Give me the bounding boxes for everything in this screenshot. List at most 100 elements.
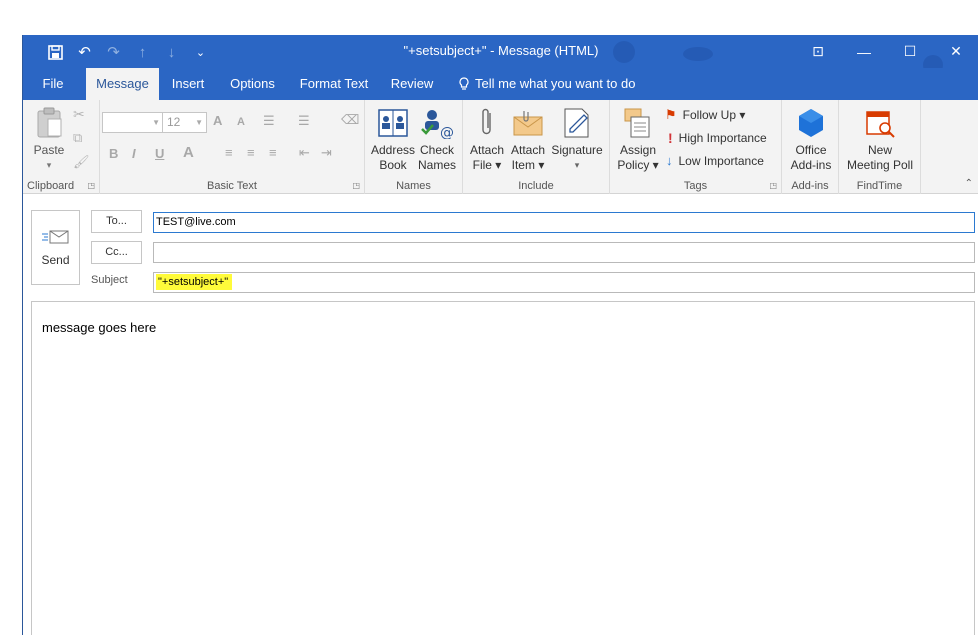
title-bar: ↶ ↷ ↑ ↓ ⌄ "+setsubject+" - Message (HTML…: [23, 35, 978, 75]
collapse-ribbon-icon[interactable]: ⌃: [965, 178, 973, 189]
addins-group-label: Add-ins: [791, 180, 829, 192]
chevron-down-icon: ▼: [195, 118, 203, 127]
clear-formatting-icon[interactable]: ⌫: [341, 112, 359, 128]
findtime-group-label: FindTime: [856, 180, 903, 192]
format-painter-icon[interactable]: 🖌: [73, 154, 90, 170]
tab-insert[interactable]: Insert: [168, 68, 208, 100]
shrink-font-button[interactable]: A: [237, 116, 245, 128]
bullets-icon[interactable]: ☰: [263, 113, 275, 129]
include-group-label: Include: [518, 180, 554, 192]
signature-button[interactable]: Signature ▾: [549, 106, 605, 173]
font-size-combo[interactable]: 12 ▼: [162, 112, 207, 133]
italic-button[interactable]: I: [132, 146, 136, 161]
customize-qat-icon[interactable]: ⌄: [186, 41, 215, 63]
align-center-icon[interactable]: ≡: [247, 145, 255, 160]
address-book-icon: [376, 106, 410, 140]
address-book-button[interactable]: Address Book: [370, 106, 416, 173]
quick-access-toolbar: ↶ ↷ ↑ ↓ ⌄: [41, 41, 215, 63]
tab-file[interactable]: File: [33, 68, 73, 100]
down-arrow-icon[interactable]: ↓: [157, 41, 186, 63]
basic-text-group: ▼ 12 ▼ A A ☰ ☰ ⌫ B I U A ≡ ≡ ≡ ⇤ ⇥ Basic…: [100, 100, 365, 194]
signature-dropdown-icon[interactable]: ▾: [575, 158, 580, 173]
maximize-icon[interactable]: ☐: [887, 35, 933, 68]
ribbon-display-options-icon[interactable]: ⊡: [795, 35, 841, 68]
underline-button[interactable]: U: [155, 146, 164, 161]
signature-icon: [560, 106, 594, 140]
send-button[interactable]: Send: [31, 210, 80, 285]
office-addins-icon: [794, 106, 828, 140]
to-button[interactable]: To...: [91, 210, 142, 233]
attach-item-label-l1: Attach: [510, 143, 546, 157]
findtime-group: New Meeting Poll FindTime: [839, 100, 921, 194]
window-controls: ⊡ — ☐ ✕: [795, 35, 978, 68]
minimize-icon[interactable]: —: [841, 35, 887, 68]
increase-indent-icon[interactable]: ⇥: [321, 145, 332, 161]
up-arrow-icon[interactable]: ↑: [128, 41, 157, 63]
tell-me-label: Tell me what you want to do: [475, 76, 636, 91]
message-body[interactable]: message goes here: [31, 301, 975, 635]
send-label: Send: [41, 252, 70, 267]
ribbon: Paste ▾ ✂ ⧉ 🖌 Clipboard ◳ ▼ 12 ▼ A A ☰ ☰…: [23, 100, 978, 194]
attach-file-label-l1: Attach: [469, 143, 505, 157]
close-icon[interactable]: ✕: [933, 35, 978, 68]
new-meeting-poll-button[interactable]: New Meeting Poll: [844, 106, 916, 173]
decrease-indent-icon[interactable]: ⇤: [299, 145, 310, 161]
attach-file-button[interactable]: Attach File ▾: [468, 106, 506, 173]
down-arrow-icon: ↓: [666, 153, 673, 168]
copy-icon[interactable]: ⧉: [73, 130, 82, 146]
basic-text-launcher-icon[interactable]: ◳: [352, 181, 360, 190]
tab-format-text[interactable]: Format Text: [297, 68, 371, 100]
lightbulb-icon: [459, 77, 469, 90]
align-right-icon[interactable]: ≡: [269, 145, 277, 160]
subject-field-value: "+setsubject+": [156, 274, 233, 290]
background-decoration-icon: [683, 47, 713, 61]
numbering-icon[interactable]: ☰: [298, 113, 310, 129]
attach-item-button[interactable]: Attach Item ▾: [509, 106, 547, 173]
assign-policy-icon: [621, 106, 655, 140]
grow-font-button[interactable]: A: [213, 113, 222, 128]
paste-button[interactable]: Paste ▾: [31, 106, 67, 173]
assign-policy-button[interactable]: Assign Policy ▾: [615, 106, 661, 173]
addins-group: Office Add-ins Add-ins: [782, 100, 839, 194]
undo-icon[interactable]: ↶: [70, 41, 99, 63]
high-importance-button[interactable]: ! High Importance: [668, 130, 767, 146]
attach-item-label-l2: Item ▾: [511, 158, 545, 172]
assign-policy-label-l2: Policy ▾: [617, 158, 659, 172]
message-body-text: message goes here: [42, 320, 157, 335]
follow-up-button[interactable]: ⚑ Follow Up ▾: [665, 107, 745, 123]
tab-message[interactable]: Message: [86, 68, 159, 100]
font-name-combo[interactable]: ▼: [102, 112, 164, 133]
check-names-button[interactable]: @ Check Names: [415, 106, 459, 173]
tab-options[interactable]: Options: [226, 68, 279, 100]
font-color-button[interactable]: A: [183, 144, 194, 161]
basic-text-group-label: Basic Text: [207, 180, 257, 192]
cc-field[interactable]: [153, 242, 975, 263]
outlook-message-window: ↶ ↷ ↑ ↓ ⌄ "+setsubject+" - Message (HTML…: [22, 35, 978, 635]
to-field[interactable]: TEST@live.com: [153, 212, 975, 233]
low-importance-label: Low Importance: [678, 153, 764, 168]
check-names-label-l2: Names: [417, 158, 456, 172]
tell-me-box[interactable]: Tell me what you want to do: [459, 68, 635, 100]
bold-button[interactable]: B: [109, 146, 118, 161]
subject-field[interactable]: "+setsubject+": [153, 272, 975, 293]
cc-button[interactable]: Cc...: [91, 241, 142, 264]
redo-icon[interactable]: ↷: [99, 41, 128, 63]
paperclip-icon: [470, 106, 504, 140]
office-addins-button[interactable]: Office Add-ins: [788, 106, 834, 173]
clipboard-launcher-icon[interactable]: ◳: [87, 181, 95, 190]
new-meeting-poll-label-l2: Meeting Poll: [846, 158, 914, 172]
save-icon[interactable]: [41, 41, 70, 63]
address-book-label-l2: Book: [379, 158, 407, 172]
paste-dropdown-icon[interactable]: ▾: [47, 158, 52, 173]
tags-launcher-icon[interactable]: ◳: [769, 181, 777, 190]
low-importance-button[interactable]: ↓ Low Importance: [666, 153, 764, 168]
background-decoration-icon: [613, 41, 635, 63]
align-left-icon[interactable]: ≡: [225, 145, 233, 160]
signature-label: Signature: [551, 143, 603, 157]
font-size-value: 12: [167, 115, 181, 129]
calendar-search-icon: [863, 106, 897, 140]
tab-review[interactable]: Review: [387, 68, 437, 100]
cut-icon[interactable]: ✂: [73, 106, 85, 123]
to-field-value: TEST@live.com: [156, 216, 236, 228]
svg-text:@: @: [440, 125, 454, 139]
